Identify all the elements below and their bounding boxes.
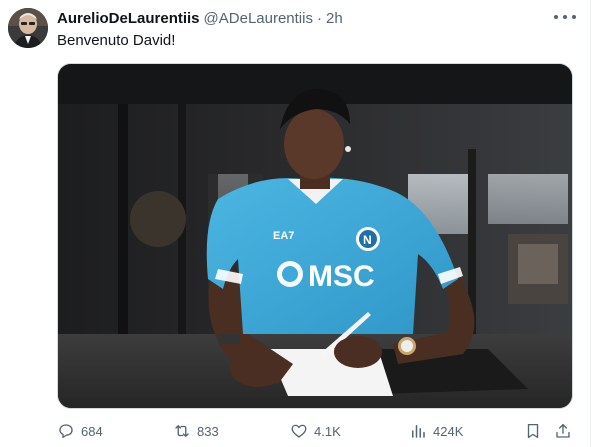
reply-count: 684 <box>81 423 103 439</box>
share-icon <box>556 423 570 438</box>
avatar[interactable] <box>8 8 48 48</box>
separator-dot: · <box>316 9 322 27</box>
tweet-photo[interactable]: MSC EA7 N <box>57 63 573 409</box>
svg-text:N: N <box>363 233 372 247</box>
views-count: 424K <box>433 423 464 439</box>
views-button[interactable]: 424K <box>409 418 463 444</box>
avatar-image <box>8 8 48 48</box>
tweet-header: AurelioDeLaurentiis @ADeLaurentiis · 2h <box>57 8 580 28</box>
kit-brand: EA7 <box>273 230 294 242</box>
share-button[interactable] <box>554 418 578 444</box>
reply-button[interactable]: 684 <box>57 418 103 444</box>
tweet-actions: 684 833 4.1K 424K <box>57 418 574 444</box>
like-button[interactable]: 4.1K <box>290 418 341 444</box>
photo-player-signing: MSC EA7 N <box>58 64 572 408</box>
user-handle[interactable]: @ADeLaurentiis <box>204 10 313 27</box>
bookmark-icon <box>527 423 539 439</box>
display-name[interactable]: AurelioDeLaurentiis <box>57 10 200 27</box>
like-count: 4.1K <box>314 423 341 439</box>
repost-count: 833 <box>197 423 219 439</box>
tweet-text: Benvenuto David! <box>57 32 176 49</box>
tweet[interactable]: AurelioDeLaurentiis @ADeLaurentiis · 2h … <box>0 0 591 447</box>
views-icon <box>412 425 425 438</box>
svg-text:MSC: MSC <box>308 260 375 293</box>
reply-icon <box>59 424 73 439</box>
club-crest: N <box>356 227 380 251</box>
repost-icon <box>175 425 189 437</box>
bookmark-button[interactable] <box>524 418 548 444</box>
repost-button[interactable]: 833 <box>173 418 219 444</box>
timestamp[interactable]: 2h <box>326 10 343 27</box>
more-icon[interactable] <box>554 10 576 24</box>
like-icon <box>291 424 307 438</box>
